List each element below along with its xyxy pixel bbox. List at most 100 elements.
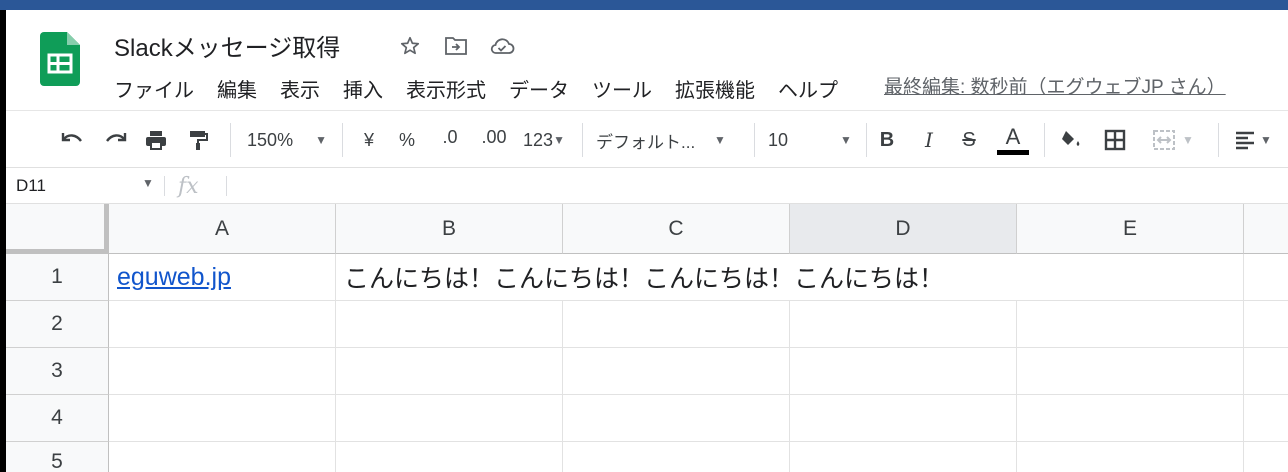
column-header-c[interactable]: C <box>563 204 790 254</box>
font-family-select[interactable]: デフォルト... ▼ <box>596 111 746 169</box>
more-formats-label: 123 <box>523 129 554 150</box>
merge-cells-icon <box>1153 130 1176 150</box>
column-header-f[interactable] <box>1244 204 1288 254</box>
row-header-1[interactable]: 1 <box>6 254 109 301</box>
chevron-down-icon[interactable]: ▼ <box>142 176 154 190</box>
row-header-2[interactable]: 2 <box>6 301 109 348</box>
column-header-b[interactable]: B <box>336 204 563 254</box>
cell-c5[interactable] <box>563 442 790 472</box>
menu-view[interactable]: 表示 <box>280 74 320 103</box>
cell-b2[interactable] <box>336 301 563 348</box>
cell-d5[interactable] <box>790 442 1017 472</box>
menu-tools[interactable]: ツール <box>592 74 652 103</box>
cell-a2[interactable] <box>109 301 336 348</box>
chevron-down-icon: ▼ <box>1260 133 1272 147</box>
zoom-select[interactable]: 150% ▼ <box>242 111 332 169</box>
decrease-decimal-button[interactable]: .0 <box>432 111 468 169</box>
spreadsheet-grid: A B C D E 1 2 3 4 5 eguweb.jp こんにちは！こんにち… <box>6 204 1288 472</box>
last-edit-link[interactable]: 最終編集: 数秒前（エグウェブJP さん） <box>884 72 1226 99</box>
decrease-decimal-label: .0 <box>442 126 458 147</box>
column-header-e[interactable]: E <box>1017 204 1244 254</box>
cell-b4[interactable] <box>336 395 563 442</box>
cell-b1[interactable]: こんにちは！こんにちは！こんにちは！こんにちは！ <box>336 254 944 301</box>
menu-bar: ファイル 編集 表示 挿入 表示形式 データ ツール 拡張機能 ヘルプ <box>114 74 861 103</box>
cell-b3[interactable] <box>336 348 563 395</box>
horizontal-align-select[interactable]: ▼ <box>1228 111 1278 169</box>
menu-data[interactable]: データ <box>509 74 569 103</box>
menu-help[interactable]: ヘルプ <box>778 74 838 103</box>
formula-bar: D11 ▼ fx <box>6 168 1288 204</box>
menu-edit[interactable]: 編集 <box>217 74 257 103</box>
row-header-4[interactable]: 4 <box>6 395 109 442</box>
font-size-value: 10 <box>768 129 789 150</box>
app-header: Slackメッセージ取得 ファイル 編集 表示 挿入 表示形式 データ ツール … <box>6 10 1288 110</box>
cell-e1[interactable] <box>1017 254 1244 301</box>
cell-f4[interactable] <box>1244 395 1288 442</box>
column-header-a[interactable]: A <box>109 204 336 254</box>
cloud-status-icon[interactable] <box>488 32 516 60</box>
percent-format-button[interactable]: % <box>392 111 422 169</box>
cell-a5[interactable] <box>109 442 336 472</box>
chevron-down-icon: ▼ <box>1182 133 1194 147</box>
menu-insert[interactable]: 挿入 <box>343 74 383 103</box>
increase-decimal-label: .00 <box>481 126 507 147</box>
cell-f1[interactable] <box>1244 254 1288 301</box>
redo-icon[interactable] <box>100 111 132 169</box>
cell-a1[interactable]: eguweb.jp <box>109 254 336 301</box>
cell-f3[interactable] <box>1244 348 1288 395</box>
paint-format-icon[interactable] <box>182 111 214 169</box>
cell-e2[interactable] <box>1017 301 1244 348</box>
cell-c3[interactable] <box>563 348 790 395</box>
cell-f5[interactable] <box>1244 442 1288 472</box>
text-color-button[interactable]: A <box>996 111 1030 169</box>
print-icon[interactable] <box>140 111 172 169</box>
bold-button[interactable]: B <box>872 111 902 169</box>
cell-c4[interactable] <box>563 395 790 442</box>
cell-d2[interactable] <box>790 301 1017 348</box>
row-header-3[interactable]: 3 <box>6 348 109 395</box>
align-left-icon <box>1236 131 1255 150</box>
row-header-5[interactable]: 5 <box>6 442 109 472</box>
menu-file[interactable]: ファイル <box>114 74 194 103</box>
cell-e4[interactable] <box>1017 395 1244 442</box>
cell-e3[interactable] <box>1017 348 1244 395</box>
text-color-label: A <box>1005 123 1021 149</box>
strikethrough-button[interactable]: S <box>954 111 984 169</box>
column-header-d[interactable]: D <box>790 204 1017 254</box>
formula-input[interactable] <box>236 168 1276 204</box>
cell-f2[interactable] <box>1244 301 1288 348</box>
cell-a4[interactable] <box>109 395 336 442</box>
window-top-bar <box>0 0 1288 10</box>
chevron-down-icon: ▼ <box>840 133 852 147</box>
italic-button[interactable]: I <box>914 111 944 169</box>
cell-a3[interactable] <box>109 348 336 395</box>
cell-b5[interactable] <box>336 442 563 472</box>
borders-icon[interactable] <box>1100 111 1130 169</box>
cell-d3[interactable] <box>790 348 1017 395</box>
fx-icon: fx <box>178 173 199 199</box>
star-icon[interactable] <box>396 32 424 60</box>
undo-icon[interactable] <box>56 111 88 169</box>
cell-d4[interactable] <box>790 395 1017 442</box>
chevron-down-icon: ▼ <box>315 133 327 147</box>
document-title[interactable]: Slackメッセージ取得 <box>114 28 340 63</box>
chevron-down-icon: ▼ <box>553 133 565 147</box>
sheets-logo-icon[interactable] <box>40 32 80 86</box>
text-color-swatch <box>997 149 1029 155</box>
menu-extensions[interactable]: 拡張機能 <box>675 74 755 103</box>
fill-color-icon[interactable] <box>1056 111 1086 169</box>
cell-link[interactable]: eguweb.jp <box>117 263 231 292</box>
cell-e5[interactable] <box>1017 442 1244 472</box>
more-formats-select[interactable]: 123 ▼ <box>516 111 572 169</box>
currency-format-button[interactable]: ¥ <box>354 111 384 169</box>
increase-decimal-button[interactable]: .00 <box>474 111 514 169</box>
font-family-value: デフォルト... <box>596 132 696 152</box>
cell-c2[interactable] <box>563 301 790 348</box>
select-all-corner[interactable] <box>6 204 109 254</box>
merge-cells-select[interactable]: ▼ <box>1144 111 1202 169</box>
move-to-folder-icon[interactable] <box>442 32 470 60</box>
menu-format[interactable]: 表示形式 <box>406 74 486 103</box>
chevron-down-icon: ▼ <box>714 133 726 147</box>
font-size-select[interactable]: 10 ▼ <box>768 111 856 169</box>
name-box[interactable]: D11 <box>6 168 154 204</box>
